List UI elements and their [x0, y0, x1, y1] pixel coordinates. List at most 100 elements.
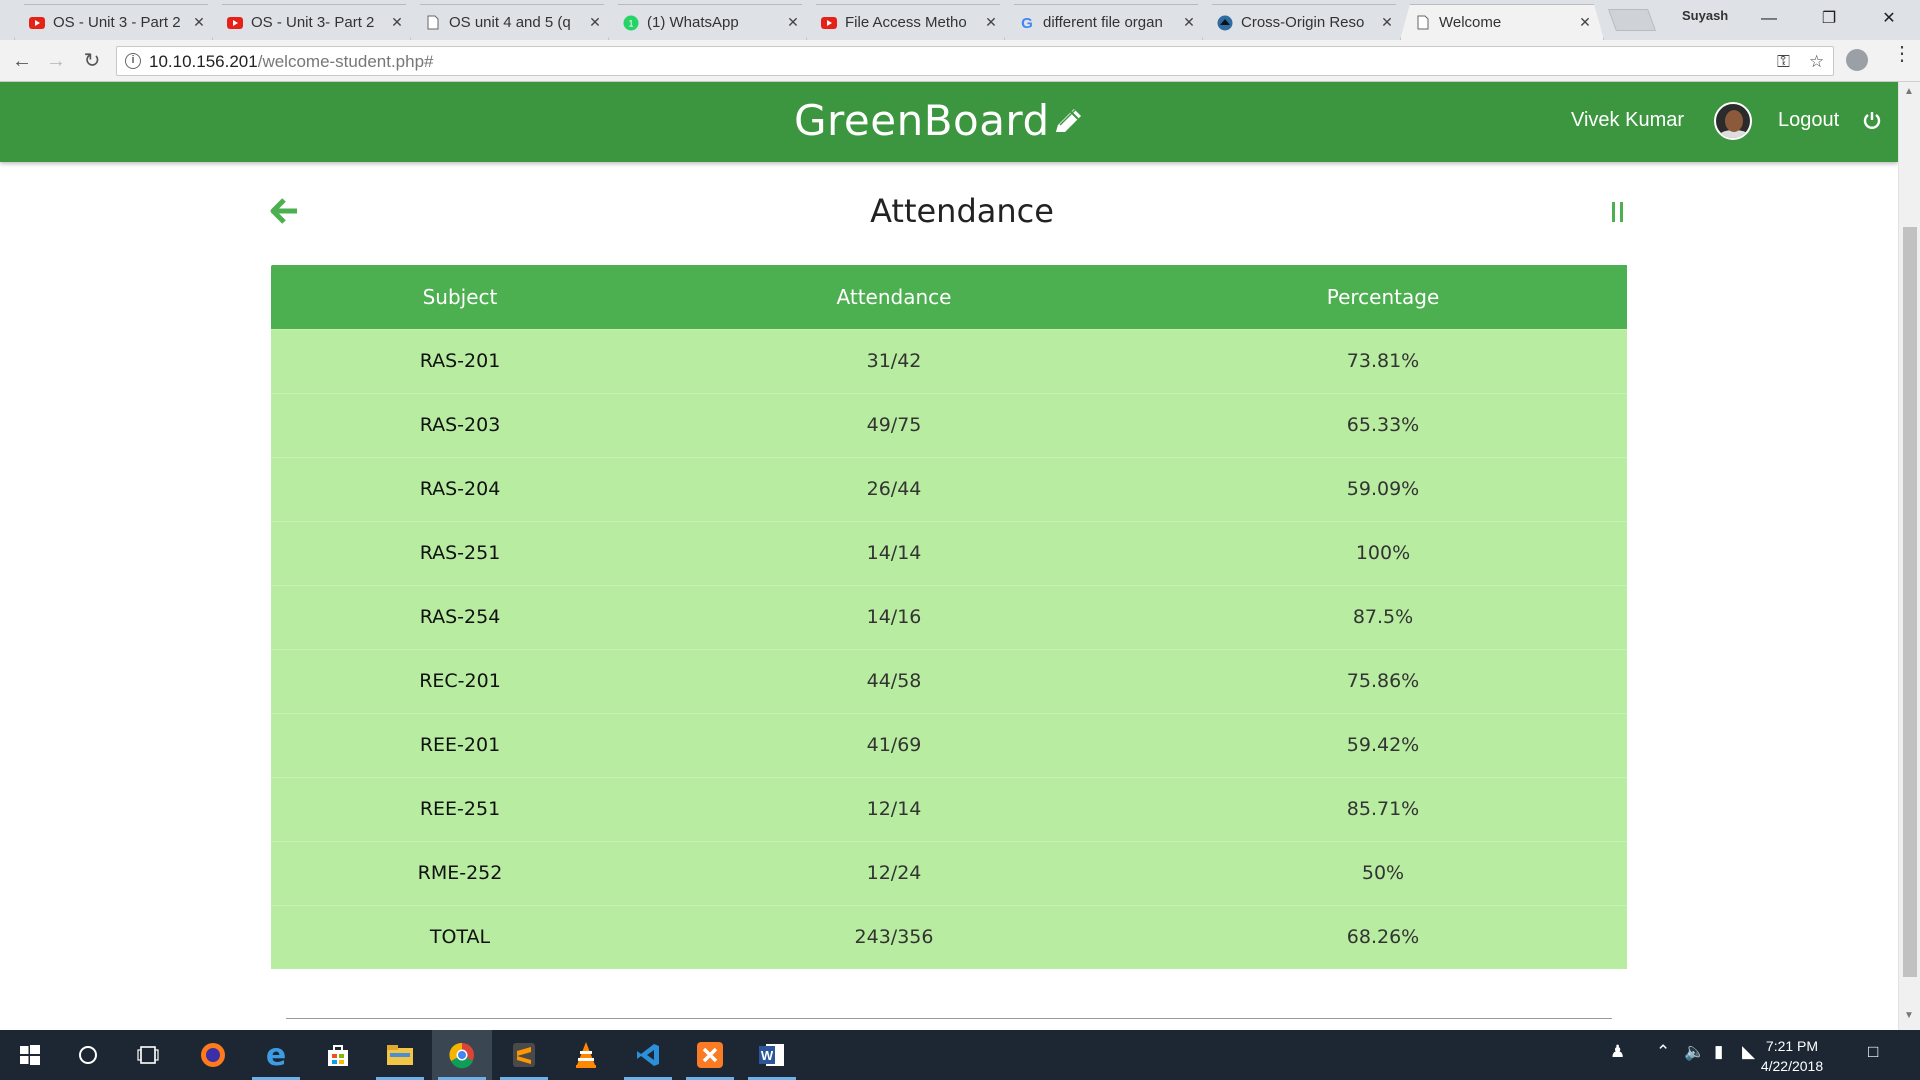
restore-icon[interactable]: ❐	[1806, 4, 1852, 34]
sublime-icon[interactable]	[494, 1030, 554, 1080]
reload-icon[interactable]: ↻	[80, 49, 104, 73]
logout-button[interactable]: Logout	[1778, 109, 1839, 132]
tab-close-icon[interactable]: ✕	[1577, 14, 1593, 31]
browser-tab[interactable]: Gdifferent file organ ✕	[1004, 4, 1208, 40]
browser-tab-strip: Suyash — ❐ ✕ OS - Unit 3 - Part 2 ✕ OS - U…	[0, 0, 1920, 40]
pause-icon[interactable]	[1611, 202, 1625, 222]
tab-title: different file organ	[1043, 14, 1163, 31]
url-host: 10.10.156.201	[149, 52, 258, 71]
cell-attendance: 41/69	[649, 712, 1139, 777]
browser-menu-icon[interactable]: ⋮	[1892, 44, 1912, 64]
avatar[interactable]	[1714, 102, 1752, 140]
tab-close-icon[interactable]: ✕	[1379, 14, 1395, 31]
cell-subject: TOTAL	[271, 904, 649, 969]
windows-taskbar: e W ♟ ⌃ 🔈 ▮ ◣ 7:21 PM 4/22/2018 □	[0, 1030, 1920, 1080]
tab-close-icon[interactable]: ✕	[389, 14, 405, 31]
browser-tab[interactable]: File Access Metho ✕	[806, 4, 1010, 40]
cell-percentage: 65.33%	[1139, 392, 1627, 457]
tab-close-icon[interactable]: ✕	[785, 14, 801, 31]
youtube-icon	[29, 15, 45, 31]
task-view-icon[interactable]	[118, 1030, 178, 1080]
address-bar[interactable]: i 10.10.156.201/welcome-student.php# ⚿ ☆	[116, 46, 1834, 76]
system-clock[interactable]: 7:21 PM 4/22/2018	[1752, 1036, 1832, 1076]
cell-percentage: 59.42%	[1139, 712, 1627, 777]
browser-tab[interactable]: OS unit 4 and 5 (q ✕	[410, 4, 614, 40]
browser-tab[interactable]: 1 (1) WhatsApp ✕	[608, 4, 812, 40]
tab-close-icon[interactable]: ✕	[983, 14, 999, 31]
scrollbar-thumb[interactable]	[1903, 227, 1917, 977]
cortana-icon[interactable]	[58, 1030, 118, 1080]
cell-attendance: 44/58	[649, 648, 1139, 713]
word-icon[interactable]: W	[742, 1030, 802, 1080]
table-row: RAS-251 14/14 100%	[271, 520, 1627, 585]
new-tab-button[interactable]	[1607, 9, 1657, 31]
divider	[286, 1018, 1612, 1019]
chrome-icon[interactable]	[432, 1030, 492, 1080]
scroll-up-icon[interactable]: ▲	[1904, 86, 1914, 97]
cell-subject: RAS-251	[271, 520, 649, 585]
key-icon[interactable]: ⚿	[1777, 52, 1790, 72]
back-nav-icon[interactable]: ←	[10, 49, 34, 73]
site-info-icon[interactable]: i	[125, 53, 141, 69]
document-icon	[425, 15, 441, 31]
cell-percentage: 50%	[1139, 840, 1627, 905]
people-icon[interactable]: ♟	[1610, 1042, 1625, 1062]
cell-percentage: 59.09%	[1139, 456, 1627, 521]
cell-percentage: 87.5%	[1139, 584, 1627, 649]
browser-tab[interactable]: OS - Unit 3- Part 2 ✕	[212, 4, 416, 40]
browser-toolbar: ← → ↻ i 10.10.156.201/welcome-student.ph…	[0, 40, 1920, 82]
store-icon[interactable]	[308, 1030, 368, 1080]
scroll-down-icon[interactable]: ▼	[1904, 1010, 1914, 1021]
cell-subject: REE-251	[271, 776, 649, 841]
browser-tab[interactable]: Cross-Origin Reso ✕	[1202, 4, 1406, 40]
edge-icon[interactable]: e	[246, 1030, 306, 1080]
cell-attendance: 31/42	[649, 328, 1139, 393]
cell-attendance: 12/14	[649, 776, 1139, 841]
firefox-icon[interactable]	[183, 1030, 243, 1080]
notifications-icon[interactable]: □	[1868, 1042, 1878, 1062]
cell-attendance: 243/356	[649, 904, 1139, 969]
browser-tab[interactable]: Welcome ✕	[1400, 4, 1604, 40]
vscode-icon[interactable]	[618, 1030, 678, 1080]
profile-name[interactable]: Suyash	[1682, 8, 1728, 23]
forward-nav-icon[interactable]: →	[44, 49, 68, 73]
tab-close-icon[interactable]: ✕	[191, 14, 207, 31]
table-header-row: Subject Attendance Percentage	[271, 265, 1627, 329]
tab-title: Welcome	[1439, 14, 1502, 31]
tab-title: File Access Metho	[845, 14, 967, 31]
window-close-icon[interactable]: ✕	[1866, 4, 1912, 34]
browser-tab[interactable]: OS - Unit 3 - Part 2 ✕	[14, 4, 218, 40]
cell-subject: REC-201	[271, 648, 649, 713]
whatsapp-icon: 1	[623, 15, 639, 31]
volume-icon[interactable]: 🔈	[1684, 1042, 1705, 1062]
bookmark-star-icon[interactable]: ☆	[1809, 52, 1824, 72]
vlc-icon[interactable]	[556, 1030, 616, 1080]
table-row: RME-252 12/24 50%	[271, 840, 1627, 905]
table-row: RAS-204 26/44 59.09%	[271, 456, 1627, 521]
start-icon[interactable]	[0, 1030, 60, 1080]
youtube-icon	[227, 15, 243, 31]
cell-subject: RAS-201	[271, 328, 649, 393]
tab-close-icon[interactable]: ✕	[587, 14, 603, 31]
tray-chevron-icon[interactable]: ⌃	[1656, 1042, 1670, 1062]
file-explorer-icon[interactable]	[370, 1030, 430, 1080]
address-url[interactable]: 10.10.156.201/welcome-student.php#	[149, 52, 434, 72]
tab-close-icon[interactable]: ✕	[1181, 14, 1197, 31]
column-header-attendance: Attendance	[649, 265, 1139, 329]
xampp-icon[interactable]	[680, 1030, 740, 1080]
battery-icon[interactable]: ▮	[1714, 1042, 1723, 1062]
url-path: /welcome-student.php#	[257, 52, 434, 71]
clock-date: 4/22/2018	[1760, 1058, 1824, 1074]
mdn-icon	[1217, 15, 1233, 31]
brand-title[interactable]: GreenBoard	[794, 96, 1050, 145]
pencil-icon	[1056, 109, 1081, 132]
minimize-icon[interactable]: —	[1746, 4, 1792, 34]
cell-percentage: 73.81%	[1139, 328, 1627, 393]
user-name[interactable]: Vivek Kumar	[1571, 109, 1684, 132]
clock-time: 7:21 PM	[1765, 1038, 1819, 1054]
extension-icon[interactable]	[1846, 49, 1868, 71]
cell-attendance: 14/16	[649, 584, 1139, 649]
app-header: GreenBoard Vivek Kumar Logout	[0, 82, 1898, 162]
cell-subject: RAS-254	[271, 584, 649, 649]
power-icon[interactable]	[1862, 110, 1882, 130]
